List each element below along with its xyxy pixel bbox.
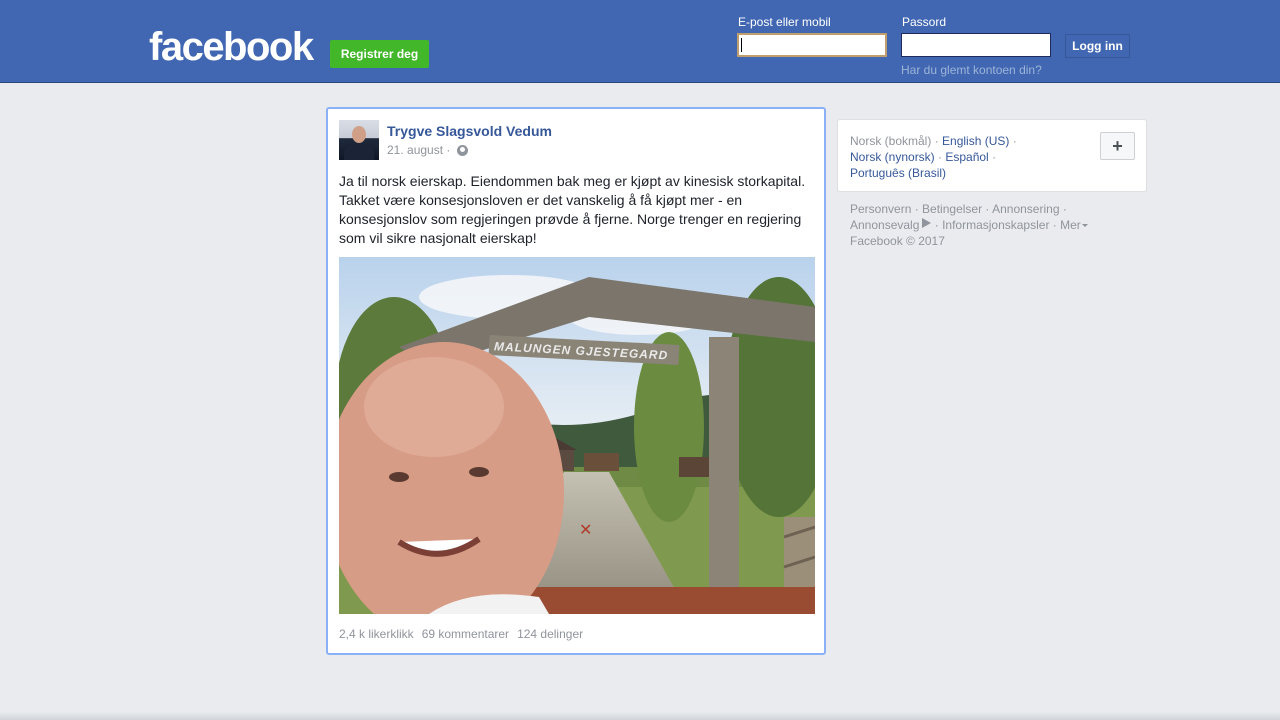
gate-post-shape [709,337,739,614]
avatar-head-shape [352,126,366,143]
adchoices-icon[interactable] [922,218,932,228]
language-current: Norsk (bokmål) [850,134,932,148]
post-photo[interactable]: MALUNGEN GJESTEGARD ✕ [339,257,815,614]
likes-count[interactable]: 2,4 k likerklikk [339,627,414,641]
email-label: E-post eller mobil [738,15,831,29]
face-highlight-shape [364,357,504,457]
text-caret [741,38,742,52]
post-author-link[interactable]: Trygve Slagsvold Vedum [387,123,552,139]
close-mark-icon: ✕ [579,520,592,539]
language-option-english[interactable]: English (US) [942,134,1009,148]
footer-link-adchoices[interactable]: Annonsevalg [850,218,919,232]
login-button[interactable]: Logg inn [1065,34,1130,58]
avatar[interactable] [339,120,379,160]
copyright-text: Facebook © 2017 [850,234,945,248]
post-card: Trygve Slagsvold Vedum 21. august · Ja t… [326,107,826,655]
forgot-account-link[interactable]: Har du glemt kontoen din? [901,63,1042,77]
language-option-nynorsk[interactable]: Norsk (nynorsk) [850,150,935,164]
post-meta: 21. august · [387,143,469,157]
add-language-button[interactable]: + [1100,132,1135,160]
footer-links: Personvern · Betingelser · Annonsering ·… [850,201,1140,249]
post-date-link[interactable]: 21. august · [387,143,450,157]
language-list: Norsk (bokmål) · English (US) · Norsk (n… [850,134,1017,180]
globe-icon[interactable] [457,144,469,156]
footer-link-advertising[interactable]: Annonsering [992,202,1059,216]
footer-link-cookies[interactable]: Informasjonskapsler [942,218,1049,232]
password-label: Passord [902,15,947,29]
eye-shape [469,467,489,477]
email-field[interactable] [737,33,887,57]
top-bar: facebook Registrer deg E-post eller mobi… [0,0,1280,83]
post-stats: 2,4 k likerklikk 69 kommentarer 124 deli… [339,627,583,641]
bottom-shadow [0,712,1280,720]
comments-count[interactable]: 69 kommentarer [422,627,509,641]
language-selector: Norsk (bokmål) · English (US) · Norsk (n… [837,119,1147,192]
language-option-espanol[interactable]: Español [945,150,988,164]
shares-count[interactable]: 124 delinger [517,627,583,641]
building-shape [584,453,619,471]
chevron-down-icon[interactable] [1081,224,1088,228]
avatar-body-shape [344,144,374,160]
footer-link-privacy[interactable]: Personvern [850,202,911,216]
post-photo-svg: MALUNGEN GJESTEGARD ✕ [339,257,815,614]
facebook-logo[interactable]: facebook [149,26,314,68]
post-text: Ja til norsk eierskap. Eiendommen bak me… [339,173,806,246]
footer-link-terms[interactable]: Betingelser [922,202,982,216]
password-field[interactable] [901,33,1051,57]
footer-link-more[interactable]: Mer [1060,218,1081,232]
language-option-portugues[interactable]: Português (Brasil) [850,166,946,180]
register-button[interactable]: Registrer deg [330,40,429,68]
eye-shape [389,472,409,482]
